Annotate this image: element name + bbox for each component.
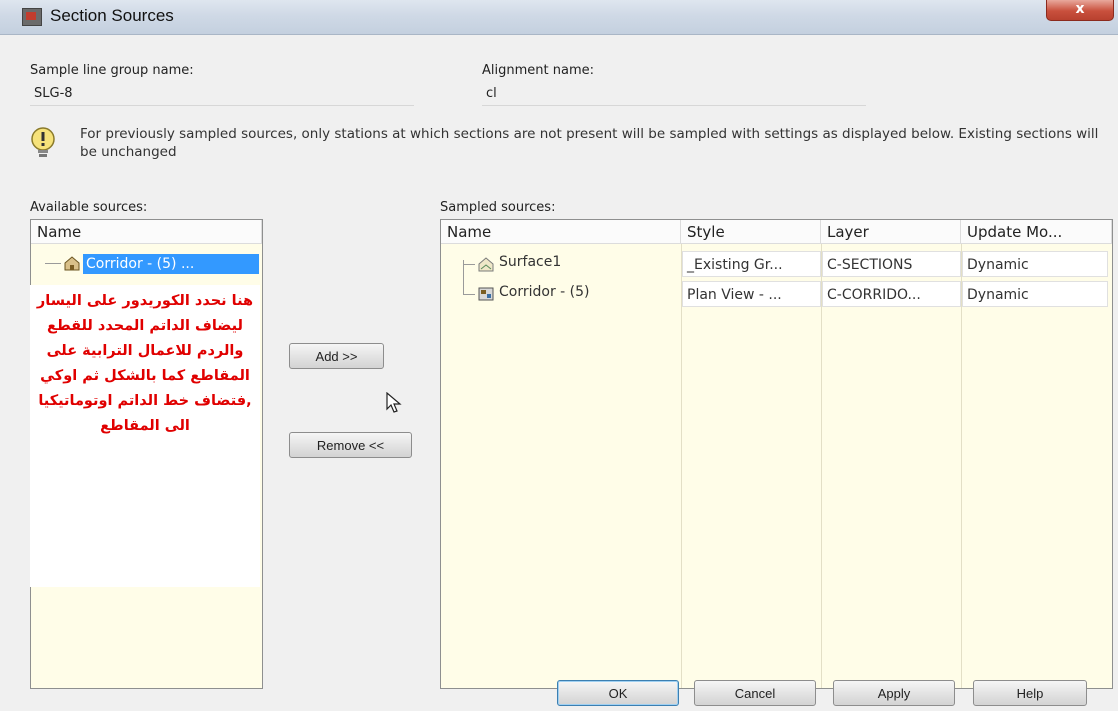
- ok-button[interactable]: OK: [557, 680, 679, 706]
- lightbulb-warning-icon: [31, 127, 55, 157]
- window-title: Section Sources: [50, 6, 174, 25]
- info-message: For previously sampled sources, only sta…: [80, 126, 1099, 160]
- app-icon: [22, 8, 42, 26]
- sampled-row-style[interactable]: Plan View - ...: [682, 281, 821, 307]
- add-button[interactable]: Add >>: [289, 343, 384, 369]
- surface-icon: [478, 257, 494, 272]
- sampled-header-update[interactable]: Update Mo...: [961, 220, 1112, 244]
- remove-button[interactable]: Remove <<: [289, 432, 412, 458]
- corridor-icon: [478, 287, 494, 301]
- column-divider: [961, 244, 962, 688]
- cancel-button[interactable]: Cancel: [694, 680, 816, 706]
- sampled-header-style[interactable]: Style: [681, 220, 821, 244]
- sampled-row-name[interactable]: Corridor - (5): [499, 284, 590, 300]
- sampled-header-name[interactable]: Name: [441, 220, 681, 244]
- alignment-field: cl: [482, 83, 866, 106]
- column-divider: [681, 244, 682, 688]
- tree-connector: [463, 264, 475, 265]
- help-button[interactable]: Help: [973, 680, 1087, 706]
- available-name-header[interactable]: Name: [31, 220, 262, 244]
- sampled-row-layer[interactable]: C-SECTIONS: [822, 251, 961, 277]
- tree-connector: [45, 263, 61, 264]
- sampled-row-update[interactable]: Dynamic: [962, 251, 1108, 277]
- corridor-icon: [64, 256, 80, 271]
- title-bar: Section Sources x: [0, 0, 1118, 35]
- alignment-label: Alignment name:: [482, 63, 594, 78]
- available-item-corridor[interactable]: Corridor - (5) ...: [83, 254, 259, 274]
- sampled-row-update[interactable]: Dynamic: [962, 281, 1108, 307]
- annotation-text: هنا نحدد الكوريدور على اليسار ليضاف الدا…: [36, 293, 254, 434]
- sampled-row-name[interactable]: Surface1: [499, 254, 561, 270]
- sample-line-group-label: Sample line group name:: [30, 63, 194, 78]
- column-divider: [821, 244, 822, 688]
- annotation-note: هنا نحدد الكوريدور على اليسار ليضاف الدا…: [30, 285, 260, 587]
- sampled-row-layer[interactable]: C-CORRIDO...: [822, 281, 961, 307]
- tree-connector: [463, 294, 475, 295]
- sampled-sources-table[interactable]: Name Style Layer Update Mo... Surface1 _…: [440, 219, 1113, 689]
- apply-button[interactable]: Apply: [833, 680, 955, 706]
- sampled-sources-label: Sampled sources:: [440, 200, 556, 215]
- available-sources-label: Available sources:: [30, 200, 148, 215]
- tree-connector: [463, 260, 464, 294]
- sample-line-group-field: SLG-8: [30, 83, 414, 106]
- mouse-pointer-icon: [386, 392, 402, 413]
- close-button[interactable]: x: [1046, 0, 1114, 21]
- sampled-row-style[interactable]: _Existing Gr...: [682, 251, 821, 277]
- sampled-header-layer[interactable]: Layer: [821, 220, 961, 244]
